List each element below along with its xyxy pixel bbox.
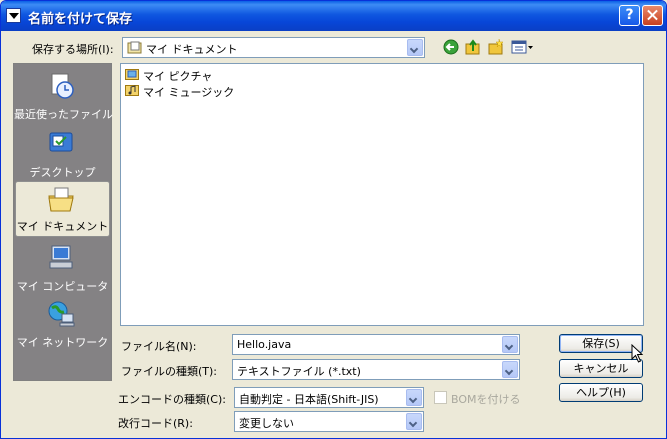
music-folder-icon: [125, 85, 139, 96]
views-menu-icon[interactable]: [510, 38, 534, 56]
place-label: マイ ドキュメント: [16, 220, 109, 233]
chevron-down-icon[interactable]: [406, 413, 422, 430]
save-as-dialog: 名前を付けて保存 ? 保存する場所(I): マイ ドキュメント 最近使ったファイ…: [0, 0, 667, 439]
chevron-down-icon[interactable]: [502, 336, 518, 353]
filetype-label: ファイルの種類(T):: [121, 365, 218, 378]
new-folder-icon[interactable]: [487, 38, 505, 56]
save-location-value: マイ ドキュメント: [146, 43, 238, 56]
newline-dropdown[interactable]: 変更しない: [234, 411, 424, 432]
my-documents-small-icon: [127, 41, 142, 54]
filename-label: ファイル名(N):: [121, 340, 197, 353]
place-label: マイ ネットワーク: [16, 336, 109, 349]
place-desktop[interactable]: デスクトップ: [14, 126, 111, 182]
newline-value: 変更しない: [239, 417, 294, 430]
system-menu-icon[interactable]: [6, 8, 21, 23]
place-my-documents[interactable]: マイ ドキュメント: [15, 181, 110, 237]
my-documents-icon: [48, 187, 74, 212]
bom-label: BOMを付ける: [451, 393, 521, 406]
title-bar[interactable]: 名前を付けて保存 ?: [1, 1, 666, 31]
pictures-folder-icon: [125, 69, 139, 80]
recent-files-icon: [51, 73, 74, 99]
encoding-dropdown[interactable]: 自動判定 - 日本語(Shift-JIS): [234, 387, 424, 408]
place-recent-files[interactable]: 最近使ったファイル: [14, 68, 113, 124]
back-arrow-icon[interactable]: [442, 38, 460, 56]
place-my-computer[interactable]: マイ コンピュータ: [14, 240, 111, 296]
encoding-value: 自動判定 - 日本語(Shift-JIS): [239, 393, 379, 406]
chevron-down-icon[interactable]: [407, 39, 423, 56]
file-list[interactable]: マイ ピクチャ マイ ミュージック: [120, 63, 644, 326]
chevron-down-icon[interactable]: [406, 389, 422, 406]
chevron-down-icon[interactable]: [502, 361, 518, 378]
my-network-icon: [48, 301, 75, 327]
places-bar: 最近使ったファイル デスクトップ マイ ドキュメント マイ コンピュータ マイ …: [13, 63, 113, 381]
place-label: デスクトップ: [29, 166, 96, 179]
file-name: マイ ミュージック: [143, 86, 235, 99]
dialog-title: 名前を付けて保存: [28, 12, 133, 27]
mouse-cursor-icon: [631, 344, 644, 363]
save-location-label: 保存する場所(I):: [32, 43, 114, 56]
place-my-network[interactable]: マイ ネットワーク: [14, 296, 111, 352]
place-label: マイ コンピュータ: [16, 280, 109, 293]
close-button[interactable]: [642, 5, 663, 26]
newline-label: 改行コード(R):: [118, 417, 193, 430]
filetype-value: テキストファイル (*.txt): [237, 365, 361, 378]
help-title-button[interactable]: ?: [619, 5, 640, 26]
up-folder-icon[interactable]: [464, 38, 482, 56]
my-computer-icon: [49, 245, 73, 269]
help-button[interactable]: ヘルプ(H): [559, 383, 643, 402]
filetype-dropdown[interactable]: テキストファイル (*.txt): [232, 359, 520, 380]
place-label: 最近使ったファイル: [14, 108, 113, 121]
filename-input[interactable]: Hello.java: [232, 334, 520, 355]
save-location-dropdown[interactable]: マイ ドキュメント: [122, 37, 425, 58]
desktop-icon: [49, 132, 73, 152]
file-name: マイ ピクチャ: [143, 70, 213, 83]
bom-checkbox[interactable]: [434, 391, 447, 404]
encoding-label: エンコードの種類(C):: [118, 393, 226, 406]
filename-value: Hello.java: [237, 338, 292, 351]
